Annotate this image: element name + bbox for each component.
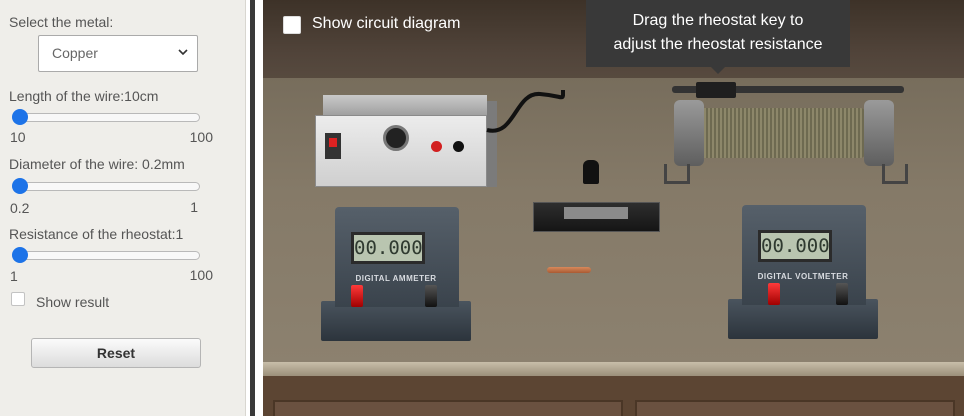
length-slider-track xyxy=(12,113,200,122)
diameter-slider-thumb[interactable] xyxy=(12,178,28,194)
rheostat xyxy=(658,78,918,188)
rheostat-endcap-right xyxy=(864,100,894,166)
voltmeter-base xyxy=(728,299,878,339)
table-front xyxy=(263,376,964,416)
rheostat-label: Resistance of the rheostat:1 xyxy=(9,226,184,242)
power-cable xyxy=(486,89,565,133)
ammeter-red-terminal-icon xyxy=(351,285,363,307)
show-circuit-label: Show circuit diagram xyxy=(312,15,461,32)
rheostat-slider[interactable] xyxy=(12,247,200,263)
control-panel: Select the metal: Copper Length of the w… xyxy=(0,0,246,416)
ammeter-display: 00.000 xyxy=(351,232,425,264)
tooltip-line-1: Drag the rheostat key to xyxy=(632,12,804,29)
plug-key-plug[interactable] xyxy=(583,160,599,184)
voltmeter-red-terminal-icon xyxy=(768,283,780,305)
digital-voltmeter: 00.000 DIGITAL VOLTMETER xyxy=(728,205,878,345)
rheostat-slider-key[interactable] xyxy=(696,82,736,98)
metal-select-value: Copper xyxy=(52,45,98,61)
voltmeter-label: DIGITAL VOLTMETER xyxy=(757,272,849,281)
ammeter-black-terminal-icon xyxy=(425,285,437,307)
diameter-min: 0.2 xyxy=(10,200,30,216)
diameter-label: Diameter of the wire: 0.2mm xyxy=(9,156,185,172)
table-drawer-right xyxy=(635,400,955,416)
digital-ammeter: 00.000 DIGITAL AMMETER xyxy=(321,207,471,347)
tooltip-line-2: adjust the rheostat resistance xyxy=(613,36,823,53)
rheostat-tooltip: Drag the rheostat key to adjust the rheo… xyxy=(586,0,850,74)
diameter-max: 1 xyxy=(190,199,198,215)
rheostat-coil xyxy=(698,108,866,158)
diameter-slider-track xyxy=(12,182,200,191)
length-slider[interactable] xyxy=(12,109,200,125)
ammeter-base xyxy=(321,301,471,341)
rheostat-foot-left xyxy=(664,164,690,184)
voltmeter-black-terminal-icon xyxy=(836,283,848,305)
plug-key-plate xyxy=(564,207,628,219)
rheostat-slider-track xyxy=(12,251,200,260)
length-min: 10 xyxy=(10,129,26,145)
reset-button[interactable]: Reset xyxy=(31,338,201,368)
rheostat-max: 100 xyxy=(189,267,213,283)
show-circuit-checkbox[interactable] xyxy=(283,16,301,34)
rheostat-slider-thumb[interactable] xyxy=(12,247,28,263)
chevron-down-icon xyxy=(178,49,188,55)
rheostat-endcap-left xyxy=(674,100,704,166)
power-switch[interactable] xyxy=(325,133,341,159)
ammeter-label: DIGITAL AMMETER xyxy=(355,274,437,283)
metal-label: Select the metal: xyxy=(9,14,114,30)
black-terminal-icon xyxy=(453,141,464,152)
table-edge xyxy=(263,362,964,376)
red-terminal-icon xyxy=(431,141,442,152)
panel-splitter[interactable] xyxy=(247,0,257,416)
power-supply-vent xyxy=(323,95,487,117)
voltage-knob-icon[interactable] xyxy=(383,125,409,151)
length-label: Length of the wire:10cm xyxy=(9,88,159,104)
power-supply xyxy=(315,95,497,195)
voltmeter-display: 00.000 xyxy=(758,230,832,262)
plug-key-board xyxy=(533,202,660,232)
show-result-checkbox[interactable] xyxy=(11,292,25,306)
table-drawer-left xyxy=(273,400,623,416)
length-max: 100 xyxy=(189,129,213,145)
rheostat-min: 1 xyxy=(10,268,18,284)
length-slider-thumb[interactable] xyxy=(12,109,28,125)
rheostat-foot-right xyxy=(882,164,908,184)
simulation-scene: Show circuit diagram Drag the rheostat k… xyxy=(263,0,964,416)
metal-wire xyxy=(547,267,591,273)
show-result-label: Show result xyxy=(36,294,110,310)
diameter-slider[interactable] xyxy=(12,178,200,194)
metal-select[interactable]: Copper xyxy=(38,35,198,72)
plug-key xyxy=(533,160,660,235)
